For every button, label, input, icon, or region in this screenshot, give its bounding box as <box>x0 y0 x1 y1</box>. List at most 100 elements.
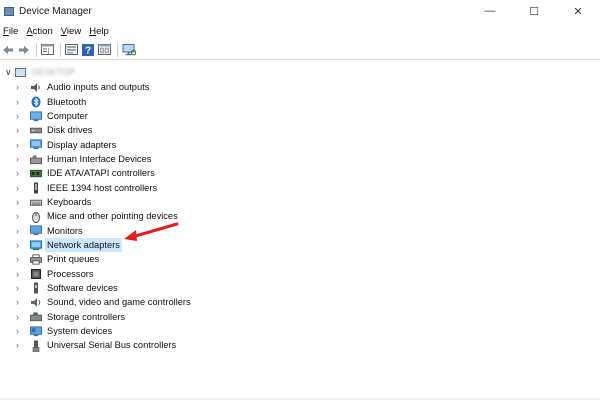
ide-controller-icon <box>30 168 42 179</box>
hid-icon <box>30 154 42 165</box>
menu-view-label: iew <box>66 25 82 37</box>
tree-category-usb[interactable]: › Universal Serial Bus controllers <box>0 338 600 352</box>
menu-help-label: elp <box>96 25 109 37</box>
tree-category-label: IDE ATA/ATAPI controllers <box>47 168 155 179</box>
svg-text:?: ? <box>85 45 91 56</box>
properties-icon[interactable] <box>41 43 54 57</box>
tree-category-keyboard[interactable]: › Keyboards <box>0 195 600 209</box>
menu-action[interactable]: Action <box>23 26 57 37</box>
menu-file-label: ile <box>8 25 19 37</box>
tree-root[interactable]: ∨ DESKTOP <box>0 64 600 80</box>
expand-chevron-icon[interactable]: › <box>16 338 26 352</box>
expand-chevron-icon[interactable]: › <box>16 252 26 266</box>
back-icon[interactable] <box>2 43 14 57</box>
tree-category-ieee1394[interactable]: › IEEE 1394 host controllers <box>0 180 600 194</box>
expand-chevron-icon[interactable]: › <box>16 281 26 295</box>
toolbar: ? <box>0 40 600 60</box>
expand-chevron-icon[interactable]: › <box>16 137 26 151</box>
tree-category-label: Network adapters <box>45 237 122 253</box>
expand-chevron-icon[interactable]: › <box>16 238 26 252</box>
disk-drive-icon <box>30 125 42 136</box>
tree-category-monitor[interactable]: › Monitors <box>0 223 600 237</box>
menu-view[interactable]: View <box>58 26 86 37</box>
tree-category-sound-controller[interactable]: › Sound, video and game controllers <box>0 295 600 309</box>
device-tree: ∨ DESKTOP › Audio inputs and outputs › Blue… <box>0 64 600 353</box>
processor-icon <box>30 268 42 279</box>
computer-icon <box>30 111 42 122</box>
tree-category-network-adapter[interactable]: › Network adapters <box>0 237 600 253</box>
expand-chevron-icon[interactable]: › <box>16 209 26 223</box>
device-manager-app-icon <box>4 6 14 16</box>
tree-category-disk-drive[interactable]: › Disk drives <box>0 123 600 137</box>
expand-chevron-icon[interactable]: › <box>16 80 26 94</box>
tree-category-label: Universal Serial Bus controllers <box>47 340 177 351</box>
expand-chevron-icon[interactable]: › <box>16 223 26 237</box>
maximize-button[interactable]: ☐ <box>512 0 556 22</box>
tree-category-label: Monitors <box>47 225 83 236</box>
forward-icon[interactable] <box>18 43 30 57</box>
collapse-chevron-icon[interactable]: ∨ <box>5 67 15 78</box>
expand-chevron-icon[interactable]: › <box>16 109 26 123</box>
close-button[interactable]: ✕ <box>556 0 600 22</box>
update-driver-icon[interactable] <box>65 43 78 57</box>
expand-chevron-icon[interactable]: › <box>16 266 26 280</box>
printer-icon <box>30 254 42 265</box>
tree-category-mouse[interactable]: › Mice and other pointing devices <box>0 209 600 223</box>
tree-category-label: Print queues <box>47 254 100 265</box>
tree-category-label: IEEE 1394 host controllers <box>47 182 158 193</box>
menu-file[interactable]: File <box>0 26 23 37</box>
menu-help[interactable]: Help <box>86 26 114 37</box>
expand-chevron-icon[interactable]: › <box>16 310 26 324</box>
toolbar-separator <box>117 42 118 57</box>
annotation-arrow-icon <box>124 222 179 241</box>
system-device-icon <box>30 326 42 337</box>
expand-chevron-icon[interactable]: › <box>16 94 26 108</box>
ieee1394-icon <box>30 182 42 194</box>
tree-category-software-device[interactable]: › Software devices <box>0 281 600 295</box>
tree-category-printer[interactable]: › Print queues <box>0 252 600 266</box>
show-hidden-icon[interactable] <box>98 43 111 57</box>
tree-category-storage-controller[interactable]: › Storage controllers <box>0 310 600 324</box>
expand-chevron-icon[interactable]: › <box>16 295 26 309</box>
sound-controller-icon <box>30 297 42 308</box>
minimize-button[interactable]: — <box>468 0 512 22</box>
menu-action-label: ction <box>32 25 53 37</box>
tree-category-label: Display adapters <box>47 139 117 150</box>
category-list: › Audio inputs and outputs › Bluetooth › Comp… <box>0 80 600 353</box>
tree-category-ide-controller[interactable]: › IDE ATA/ATAPI controllers <box>0 166 600 180</box>
tree-category-label: System devices <box>47 326 113 337</box>
computer-root-icon <box>15 67 26 77</box>
tree-category-processor[interactable]: › Processors <box>0 266 600 280</box>
expand-chevron-icon[interactable]: › <box>16 324 26 338</box>
title-bar: Device Manager — ☐ ✕ <box>0 0 600 22</box>
tree-category-label: Bluetooth <box>47 96 87 107</box>
tree-category-label: Sound, video and game controllers <box>47 297 191 308</box>
expand-chevron-icon[interactable]: › <box>16 166 26 180</box>
tree-category-label: Software devices <box>47 282 118 293</box>
tree-category-label: Keyboards <box>47 196 92 207</box>
tree-category-system-device[interactable]: › System devices <box>0 324 600 338</box>
tree-category-hid[interactable]: › Human Interface Devices <box>0 152 600 166</box>
tree-category-computer[interactable]: › Computer <box>0 109 600 123</box>
bluetooth-icon <box>30 96 42 108</box>
tree-category-bluetooth[interactable]: › Bluetooth <box>0 94 600 108</box>
tree-category-audio[interactable]: › Audio inputs and outputs <box>0 80 600 94</box>
help-icon[interactable]: ? <box>82 43 94 57</box>
scan-hardware-icon[interactable] <box>122 43 136 57</box>
tree-category-label: Disk drives <box>47 125 93 136</box>
expand-chevron-icon[interactable]: › <box>16 195 26 209</box>
expand-chevron-icon[interactable]: › <box>16 123 26 137</box>
usb-icon <box>30 340 42 352</box>
tree-root-label: DESKTOP <box>32 67 75 77</box>
tree-category-label: Processors <box>47 268 94 279</box>
keyboard-icon <box>30 197 42 208</box>
tree-category-label: Human Interface Devices <box>47 153 152 164</box>
monitor-icon <box>30 225 42 236</box>
tree-category-display-adapter[interactable]: › Display adapters <box>0 137 600 151</box>
network-adapter-icon <box>30 240 42 251</box>
toolbar-separator <box>60 42 61 57</box>
expand-chevron-icon[interactable]: › <box>16 152 26 166</box>
software-device-icon <box>30 282 42 294</box>
expand-chevron-icon[interactable]: › <box>16 180 26 194</box>
storage-controller-icon <box>30 312 42 323</box>
